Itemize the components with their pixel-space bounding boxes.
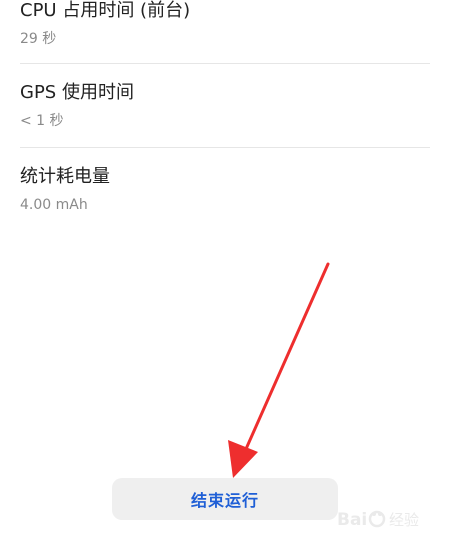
stat-item-cpu-time[interactable]: CPU 占用时间 (前台) 29 秒 — [20, 0, 430, 48]
stat-item-power-usage[interactable]: 统计耗电量 4.00 mAh — [20, 166, 430, 214]
arrow-head — [228, 440, 258, 478]
divider — [20, 147, 430, 148]
stat-title: GPS 使用时间 — [20, 82, 134, 103]
stat-value: 4.00 mAh — [20, 197, 88, 213]
end-run-button-label: 结束运行 — [190, 491, 259, 510]
baidu-jingyan-watermark: Bai 经验 — [337, 510, 419, 530]
arrow-shaft — [240, 262, 330, 460]
end-run-button[interactable]: 结束运行 — [112, 478, 338, 520]
divider — [20, 63, 430, 64]
stat-item-gps-time[interactable]: GPS 使用时间 < 1 秒 — [20, 82, 430, 130]
svg-text:Bai: Bai — [337, 510, 367, 530]
stat-value: 29 秒 — [20, 31, 57, 47]
stat-title: CPU 占用时间 (前台) — [20, 0, 191, 21]
stat-title: 统计耗电量 — [20, 166, 110, 187]
svg-text:经验: 经验 — [389, 511, 419, 529]
stat-value: < 1 秒 — [20, 113, 64, 129]
